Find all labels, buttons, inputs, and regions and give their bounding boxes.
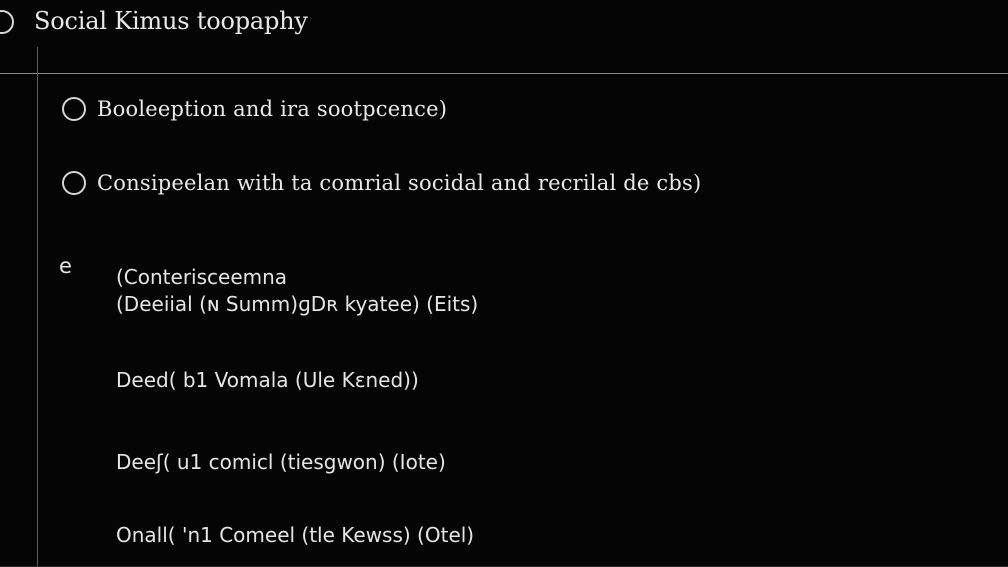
section-line-1: (Conterisceemna	[116, 265, 288, 289]
section-line-2: (Deeiial (ɴ Summ)ɡDʀ kyatee) (Eits)	[116, 292, 479, 316]
radio-option-2[interactable]: Consipeelan with ta comrial socidal and …	[62, 169, 701, 197]
section-marker: e	[59, 254, 72, 278]
radio-option-label: Booleeption and ira sootpcence)	[97, 97, 448, 121]
header-radio-icon[interactable]	[0, 10, 14, 34]
header: Social Kimus toopaphy	[0, 0, 1008, 74]
list-item[interactable]: Deeʃ( u1 comicl (tiesgwon) (Iote)	[116, 449, 446, 475]
list-item[interactable]: Onall( 'n1 Comeel (tle Kewss) (Otel)	[116, 522, 474, 548]
radio-option-label: Consipeelan with ta comrial socidal and …	[97, 171, 702, 195]
page-title: Social Kimus toopaphy	[34, 7, 308, 35]
radio-option-1[interactable]: Booleeption and ira sootpcence)	[62, 95, 447, 123]
radio-circle-icon[interactable]	[62, 97, 86, 121]
radio-circle-icon[interactable]	[62, 171, 86, 195]
list-item[interactable]: Deed( b1 Vomala (Ule Kɛned))	[116, 367, 419, 393]
left-divider	[37, 47, 38, 567]
